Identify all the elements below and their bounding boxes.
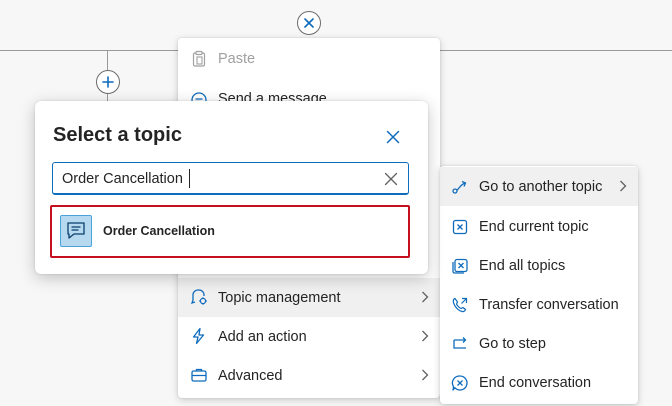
redirect-icon <box>452 180 467 194</box>
close-node-button[interactable] <box>297 11 321 35</box>
menu-item-label: Topic management <box>218 289 341 306</box>
submenu-item-end-conversation[interactable]: End conversation <box>440 363 638 402</box>
transfer-icon <box>452 297 468 313</box>
search-input-value: Order Cancellation <box>62 171 183 187</box>
end-current-topic-icon <box>452 219 468 235</box>
submenu-item-end-all-topics[interactable]: End all topics <box>440 246 638 285</box>
menu-item-label: Add an action <box>218 328 307 345</box>
topic-management-icon <box>190 289 207 305</box>
topic-chat-icon <box>60 215 92 247</box>
go-to-step-icon <box>453 337 467 349</box>
topic-management-submenu: Go to another topic End current topic En… <box>440 166 638 404</box>
submenu-item-label: Transfer conversation <box>479 296 619 313</box>
submenu-item-go-to-another-topic[interactable]: Go to another topic <box>440 167 638 206</box>
add-node-button[interactable] <box>96 70 120 94</box>
action-icon <box>192 327 205 345</box>
submenu-item-label: End all topics <box>479 257 566 274</box>
close-icon <box>304 18 314 28</box>
advanced-icon <box>191 368 207 382</box>
chevron-right-icon <box>620 180 627 192</box>
dialog-title: Select a topic <box>53 124 182 146</box>
end-conversation-icon <box>451 375 468 391</box>
close-icon <box>386 130 400 144</box>
topic-result-item[interactable]: Order Cancellation <box>50 205 410 258</box>
clear-search-icon[interactable] <box>383 171 399 187</box>
submenu-item-label: End conversation <box>479 374 592 391</box>
menu-item-add-action[interactable]: Add an action <box>178 317 440 356</box>
menu-item-label: Advanced <box>218 367 283 384</box>
topic-search-input[interactable]: Order Cancellation <box>52 162 409 195</box>
submenu-item-go-to-step[interactable]: Go to step <box>440 324 638 363</box>
submenu-item-end-current-topic[interactable]: End current topic <box>440 207 638 246</box>
select-topic-dialog: Select a topic Order Cancellation Order … <box>35 101 428 274</box>
plus-icon <box>102 76 114 88</box>
menu-item-advanced[interactable]: Advanced <box>178 356 440 395</box>
chevron-right-icon <box>422 330 429 342</box>
chevron-right-icon <box>422 369 429 381</box>
end-all-topics-icon <box>452 258 468 274</box>
submenu-item-label: Go to another topic <box>479 178 603 195</box>
menu-item-topic-management[interactable]: Topic management <box>178 278 440 317</box>
topic-result-label: Order Cancellation <box>103 224 215 238</box>
text-cursor <box>189 169 190 188</box>
paste-icon <box>192 50 206 67</box>
submenu-item-label: End current topic <box>479 218 589 235</box>
submenu-item-transfer-conversation[interactable]: Transfer conversation <box>440 285 638 324</box>
chevron-right-icon <box>422 291 429 303</box>
submenu-item-label: Go to step <box>479 335 546 352</box>
menu-item-label: Paste <box>218 50 256 67</box>
menu-item-paste[interactable]: Paste <box>178 39 440 78</box>
dialog-close-button[interactable] <box>384 128 402 146</box>
